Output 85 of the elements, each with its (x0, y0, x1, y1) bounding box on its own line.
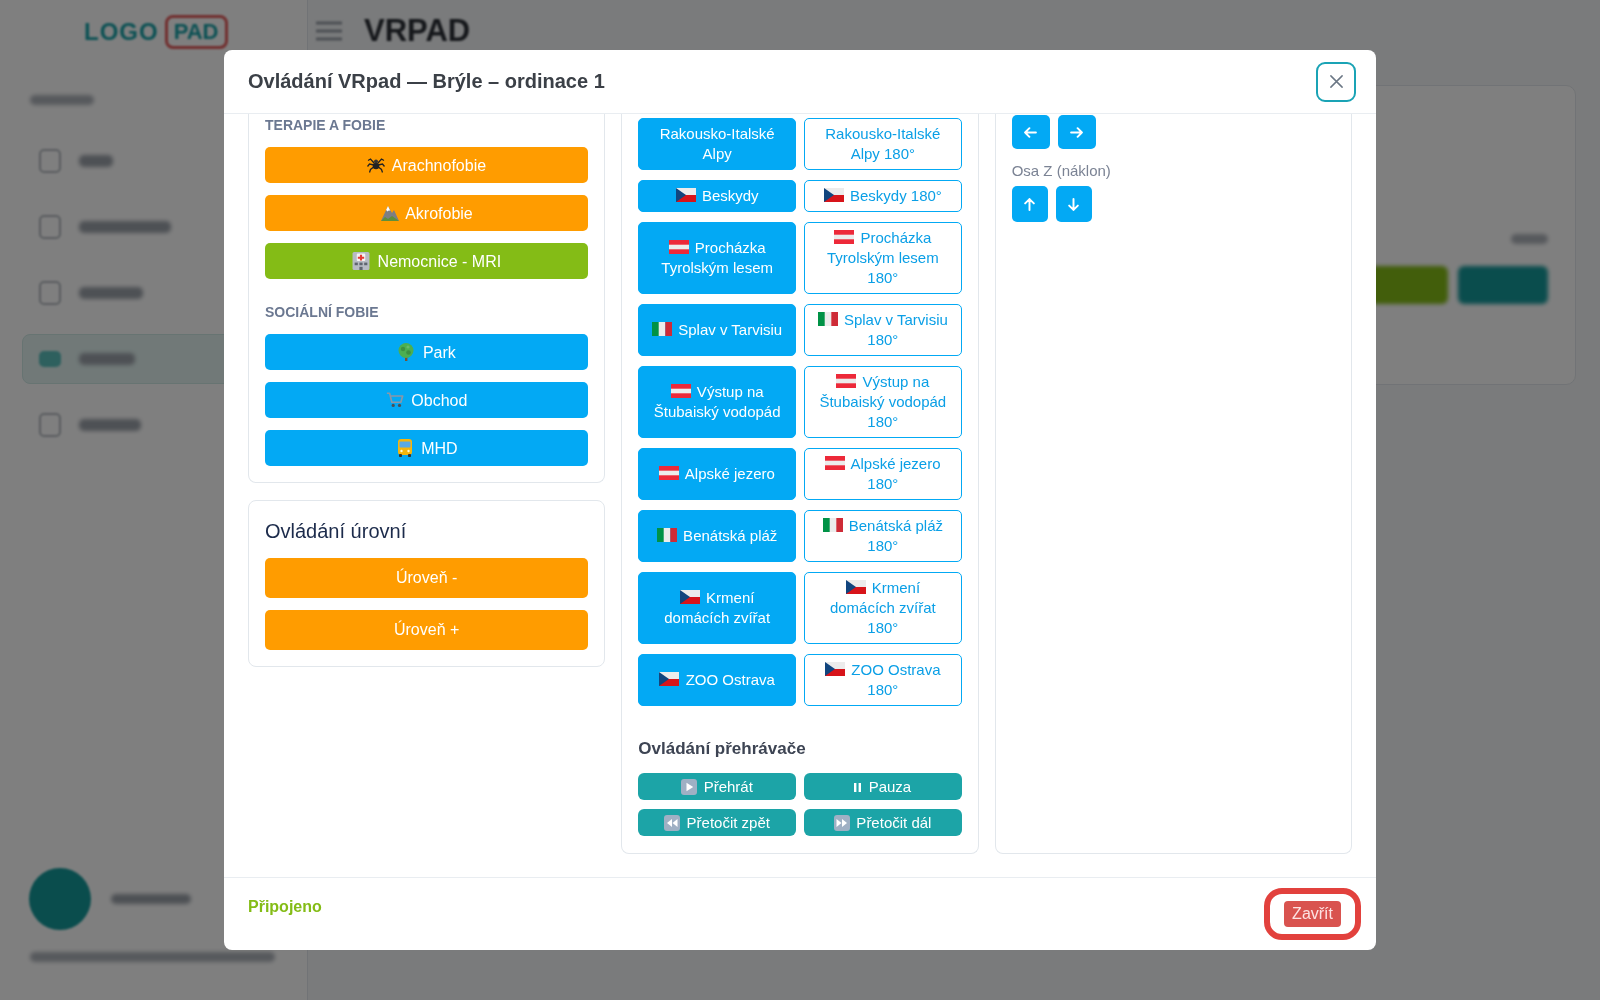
arrow-button[interactable] (1011, 115, 1050, 149)
axis-label: Osa Z (náklon) (1011, 161, 1112, 181)
fast-forward-icon (834, 815, 851, 831)
arrow-up-icon (1024, 197, 1036, 211)
scene-button[interactable]: Rakousko-Italské Alpy 180° (804, 118, 962, 170)
status-text: Připojeno (248, 898, 322, 916)
scene-button[interactable]: Rakousko-Italské Alpy (638, 118, 796, 170)
czech-flag-icon (659, 672, 680, 686)
blurred-label (79, 419, 141, 431)
scene-button[interactable]: Benátská pláž (638, 510, 796, 562)
scene-button[interactable]: Splav v Tarvisiu 180° (804, 304, 962, 356)
italian-flag-icon (822, 518, 843, 532)
scenario-button[interactable]: Park (265, 334, 589, 370)
scene-button[interactable]: Procházka Tyrolským lesem 180° (804, 222, 962, 294)
level-button[interactable]: Úroveň + (265, 610, 589, 650)
blurred-label (1511, 234, 1548, 244)
blurred-label (79, 155, 113, 167)
rewind-icon (664, 815, 681, 831)
italian-flag-icon (817, 312, 838, 326)
czech-flag-icon (845, 580, 866, 594)
austrian-flag-icon (825, 456, 846, 470)
player-button[interactable]: Přehrát (638, 773, 796, 800)
menu-icon (316, 21, 342, 41)
tree-icon (397, 342, 416, 361)
austrian-flag-icon (834, 230, 855, 244)
close-icon (1328, 74, 1344, 89)
section-label: TERAPIE A FOBIE (265, 116, 387, 135)
czech-flag-icon (679, 590, 700, 604)
section-label: SOCIÁLNÍ FOBIE (265, 303, 380, 322)
player-button[interactable]: Přetočit dál (804, 809, 962, 836)
logo-badge: PAD (164, 15, 228, 49)
bus-icon (395, 438, 414, 457)
nav-icon (39, 351, 61, 367)
play-icon (681, 779, 698, 795)
scene-button[interactable]: Krmení domácích zvířat (638, 572, 796, 644)
scenario-button[interactable]: MHD (265, 430, 589, 466)
level-button[interactable]: Úroveň - (265, 558, 589, 598)
arrow-right-icon (1070, 126, 1084, 138)
spider-icon (367, 155, 386, 174)
austrian-flag-icon (668, 240, 689, 254)
italian-flag-icon (652, 322, 673, 336)
modal-title: Ovládání VRpad — Brýle – ordinace 1 (248, 70, 605, 93)
close-button[interactable]: Zavřít (1284, 901, 1341, 927)
czech-flag-icon (825, 662, 846, 676)
scene-button[interactable]: Beskydy (638, 180, 796, 212)
logo-text: LOGO (84, 18, 159, 46)
blurred-label (79, 353, 135, 365)
close-button[interactable] (1316, 61, 1356, 102)
scene-button[interactable]: Krmení domácích zvířat 180° (804, 572, 962, 644)
player-button[interactable]: Přetočit zpět (638, 809, 796, 836)
arrow-left-icon (1024, 126, 1038, 138)
italian-flag-icon (656, 528, 677, 542)
arrow-button[interactable] (1055, 186, 1092, 222)
scene-button[interactable]: Procházka Tyrolským lesem (638, 222, 796, 294)
scene-button[interactable]: Alpské jezero 180° (804, 448, 962, 500)
austrian-flag-icon (670, 384, 691, 398)
scene-button[interactable]: Výstup na Štubaiský vodopád 180° (804, 366, 962, 438)
blurred-label (30, 95, 94, 105)
cart-icon (385, 390, 404, 409)
scenario-button[interactable]: Akrofobie (265, 195, 589, 231)
player-button[interactable]: Pauza (804, 773, 962, 800)
arrow-button[interactable] (1057, 115, 1096, 149)
scene-button[interactable]: Výstup na Štubaiský vodopád (638, 366, 796, 438)
pause-icon (854, 783, 862, 792)
czech-flag-icon (675, 188, 696, 202)
arrow-down-icon (1068, 197, 1080, 211)
scene-button[interactable]: ZOO Ostrava 180° (804, 654, 962, 706)
scene-button[interactable]: Alpské jezero (638, 448, 796, 500)
blurred-label (79, 287, 143, 299)
scene-button[interactable]: ZOO Ostrava (638, 654, 796, 706)
scene-button[interactable]: Splav v Tarvisiu (638, 304, 796, 356)
panel-heading: Ovládání úrovní (265, 519, 408, 544)
scene-button[interactable]: Benátská pláž 180° (804, 510, 962, 562)
scenario-button[interactable]: Obchod (265, 382, 589, 418)
austrian-flag-icon (659, 466, 680, 480)
scenario-button[interactable]: Arachnofobie (265, 147, 589, 183)
panel-heading: Ovládání přehrávače (638, 738, 807, 760)
hospital-icon (352, 251, 371, 270)
czech-flag-icon (823, 188, 844, 202)
scene-button[interactable]: Beskydy 180° (804, 180, 962, 212)
arrow-button[interactable] (1011, 186, 1048, 222)
austrian-flag-icon (836, 374, 857, 388)
page-title: VRPAD (364, 13, 471, 49)
avatar-circle (29, 868, 91, 930)
scenario-button[interactable]: Nemocnice - MRI (265, 243, 589, 279)
